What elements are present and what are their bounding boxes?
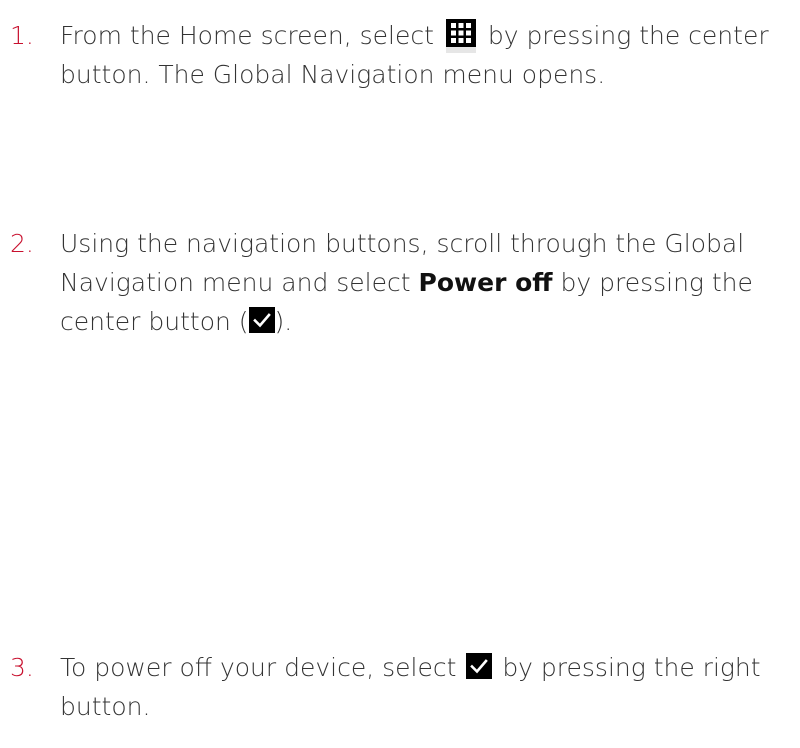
step-text-line3-after: ). (274, 307, 293, 336)
grid-icon (445, 19, 476, 53)
step-text-line1: Using the navigation buttons, scroll thr… (60, 229, 745, 258)
step-text-after-icon: by pressing the right (502, 653, 761, 682)
step-number: 1. (10, 21, 34, 50)
step-text-line2: button. (60, 692, 151, 721)
step-text-line2: button. The Global Navigation menu opens… (60, 60, 606, 89)
step-number: 2. (10, 229, 34, 258)
step-text: To power off your device, select by pres… (60, 648, 800, 726)
checkmark-icon (248, 307, 275, 333)
step-text: Using the navigation buttons, scroll thr… (60, 224, 800, 341)
step-text-line2-before: Navigation menu and select (60, 268, 411, 297)
power-off-label: Power off (418, 268, 553, 297)
step-text-before-icon: To power off your device, select (60, 653, 457, 682)
step-text: From the Home screen, select by pressing… (60, 16, 800, 94)
step-text-after-icon: by pressing the center (487, 21, 769, 50)
step-text-line3-before: center button ( (60, 307, 249, 336)
step-number: 3. (10, 653, 34, 682)
step-text-before-icon: From the Home screen, select (60, 21, 434, 50)
checkmark-icon (466, 653, 493, 679)
step-text-line2-after: by pressing the (560, 268, 753, 297)
